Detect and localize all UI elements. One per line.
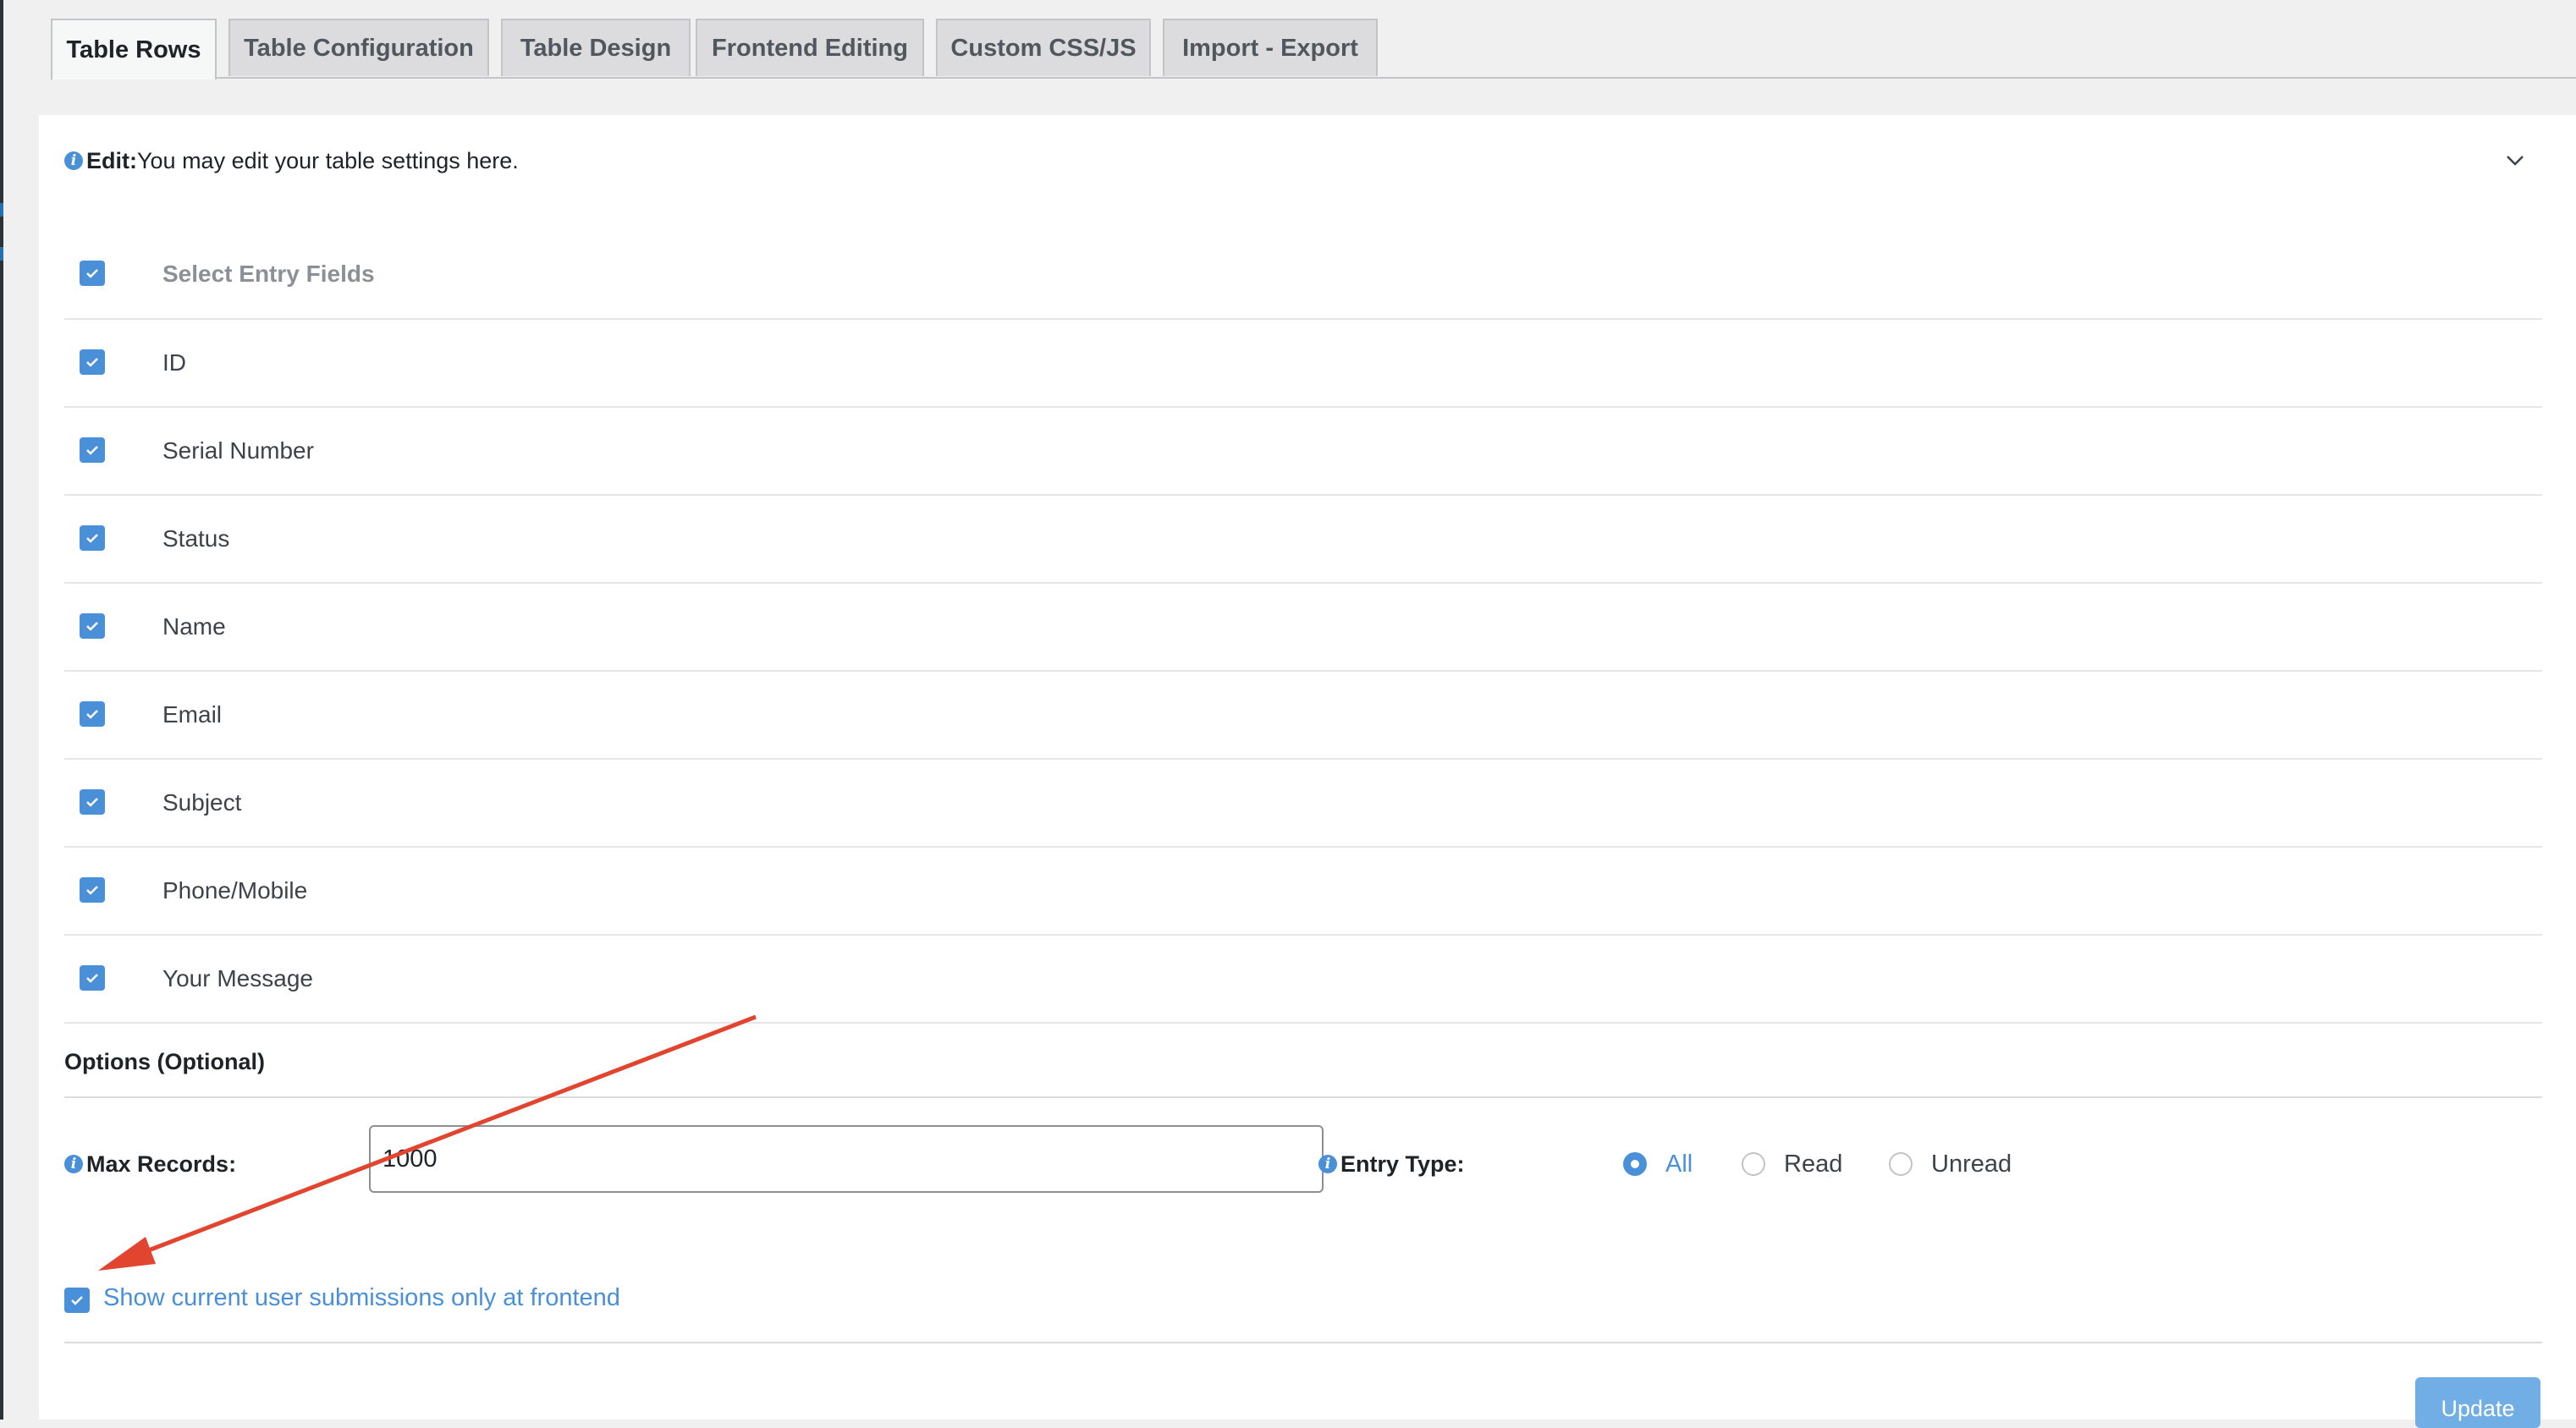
select-entry-fields-label: Select Entry Fields (162, 261, 375, 287)
max-records-input[interactable] (369, 1125, 1324, 1193)
tab-import-export[interactable]: Import - Export (1163, 19, 1378, 76)
field-label: Subject (162, 789, 242, 816)
chevron-down-icon[interactable] (2503, 149, 2527, 173)
field-label: Status (162, 525, 230, 552)
checkmark-icon (86, 710, 98, 719)
field-label: Serial Number (162, 437, 314, 464)
settings-panel: i Edit: You may edit your table settings… (39, 115, 2576, 1428)
field-row-subject: Subject (64, 760, 2542, 848)
info-icon: i (1318, 1155, 1337, 1173)
show-current-user-label[interactable]: Show current user submissions only at fr… (103, 1284, 620, 1312)
field-checkbox-email[interactable] (80, 701, 105, 727)
field-checkbox-name[interactable] (80, 613, 105, 639)
info-icon: i (64, 151, 83, 170)
field-row-email: Email (64, 672, 2542, 760)
options-divider (64, 1096, 2542, 1098)
edit-notice: i Edit: You may edit your table settings… (64, 144, 519, 178)
field-row-id: ID (64, 320, 2542, 408)
left-edge-marker (0, 203, 3, 217)
checkmark-icon (86, 358, 98, 367)
radio-dot (1889, 1152, 1913, 1176)
field-row-serial-number: Serial Number (64, 408, 2542, 496)
field-checkbox-id[interactable] (80, 349, 105, 375)
entry-type-read-radio[interactable]: Read (1742, 1145, 1842, 1183)
tab-frontend-editing[interactable]: Frontend Editing (696, 19, 924, 76)
field-row-status: Status (64, 496, 2542, 584)
checkmark-icon (86, 974, 98, 983)
tab-table-design[interactable]: Table Design (501, 19, 691, 76)
tab-table-rows[interactable]: Table Rows (51, 19, 217, 80)
max-records-label-group: i Max Records: (64, 1147, 236, 1181)
field-label: Your Message (162, 965, 313, 991)
checkmark-icon (71, 1296, 83, 1305)
checkmark-icon (86, 534, 98, 543)
info-icon: i (64, 1155, 83, 1173)
entry-type-all-radio[interactable]: All (1623, 1145, 1693, 1183)
entry-type-label-group: i Entry Type: (1318, 1147, 1465, 1181)
field-label: ID (162, 349, 186, 376)
checkmark-icon (86, 798, 98, 807)
bottom-divider (64, 1342, 2542, 1343)
field-checkbox-subject[interactable] (80, 789, 105, 815)
left-edge-marker (0, 247, 3, 261)
radio-label: Read (1784, 1150, 1843, 1178)
options-title: Options (Optional) (64, 1049, 265, 1074)
field-label: Email (162, 701, 223, 728)
show-current-user-checkbox[interactable] (64, 1288, 90, 1313)
notice-text: You may edit your table settings here. (137, 147, 519, 173)
field-row-your-message: Your Message (64, 936, 2542, 1024)
radio-dot (1623, 1152, 1647, 1176)
radio-dot (1742, 1152, 1765, 1176)
entry-type-label: Entry Type: (1340, 1151, 1465, 1177)
tabs-divider (51, 77, 2576, 79)
checkmark-icon (86, 622, 98, 631)
update-button[interactable]: Update (2415, 1377, 2540, 1428)
field-row-phone-mobile: Phone/Mobile (64, 848, 2542, 936)
max-records-label: Max Records: (86, 1151, 237, 1177)
checkmark-icon (86, 886, 98, 895)
field-checkbox-your-message[interactable] (80, 965, 105, 991)
tab-table-configuration[interactable]: Table Configuration (228, 19, 489, 76)
radio-label: All (1665, 1150, 1693, 1178)
select-all-checkbox[interactable] (80, 261, 105, 286)
field-checkbox-serial-number[interactable] (80, 437, 105, 463)
entry-fields-list: Select Entry Fields ID Serial Number Sta… (64, 230, 2542, 1024)
field-label: Name (162, 613, 226, 640)
radio-label: Unread (1931, 1150, 2012, 1178)
field-checkbox-status[interactable] (80, 525, 105, 551)
checkmark-icon (86, 269, 98, 278)
field-row-name: Name (64, 584, 2542, 672)
tab-custom-css-js[interactable]: Custom CSS/JS (936, 19, 1151, 76)
entry-type-unread-radio[interactable]: Unread (1889, 1145, 2012, 1183)
select-entry-fields-row: Select Entry Fields (64, 230, 2542, 320)
field-label: Phone/Mobile (162, 877, 308, 903)
notice-label: Edit: (86, 147, 137, 173)
checkmark-icon (86, 446, 98, 455)
field-checkbox-phone-mobile[interactable] (80, 877, 105, 903)
